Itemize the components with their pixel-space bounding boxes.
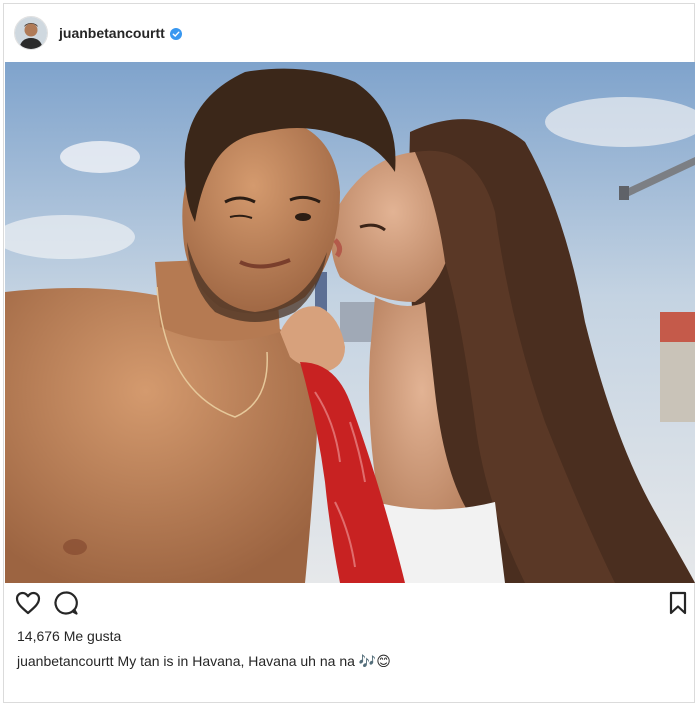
- likes-count[interactable]: 14,676 Me gusta: [17, 628, 121, 644]
- bookmark-icon[interactable]: [664, 589, 692, 617]
- avatar[interactable]: [14, 16, 48, 50]
- instagram-post-card: juanbetancourtt 14,676 Me gusta juanbeta…: [3, 3, 695, 703]
- post-caption: juanbetancourtt My tan is in Havana, Hava…: [17, 653, 391, 670]
- comment-icon[interactable]: [52, 589, 80, 617]
- post-username[interactable]: juanbetancourtt: [59, 25, 165, 41]
- post-header: juanbetancourtt: [4, 4, 694, 62]
- post-photo[interactable]: [5, 62, 695, 583]
- verified-badge-icon: [169, 27, 182, 40]
- post-actions: [4, 589, 694, 621]
- caption-text: My tan is in Havana, Havana uh na na 🎶😊: [117, 653, 391, 669]
- heart-icon[interactable]: [14, 589, 42, 617]
- caption-username[interactable]: juanbetancourtt: [17, 653, 114, 669]
